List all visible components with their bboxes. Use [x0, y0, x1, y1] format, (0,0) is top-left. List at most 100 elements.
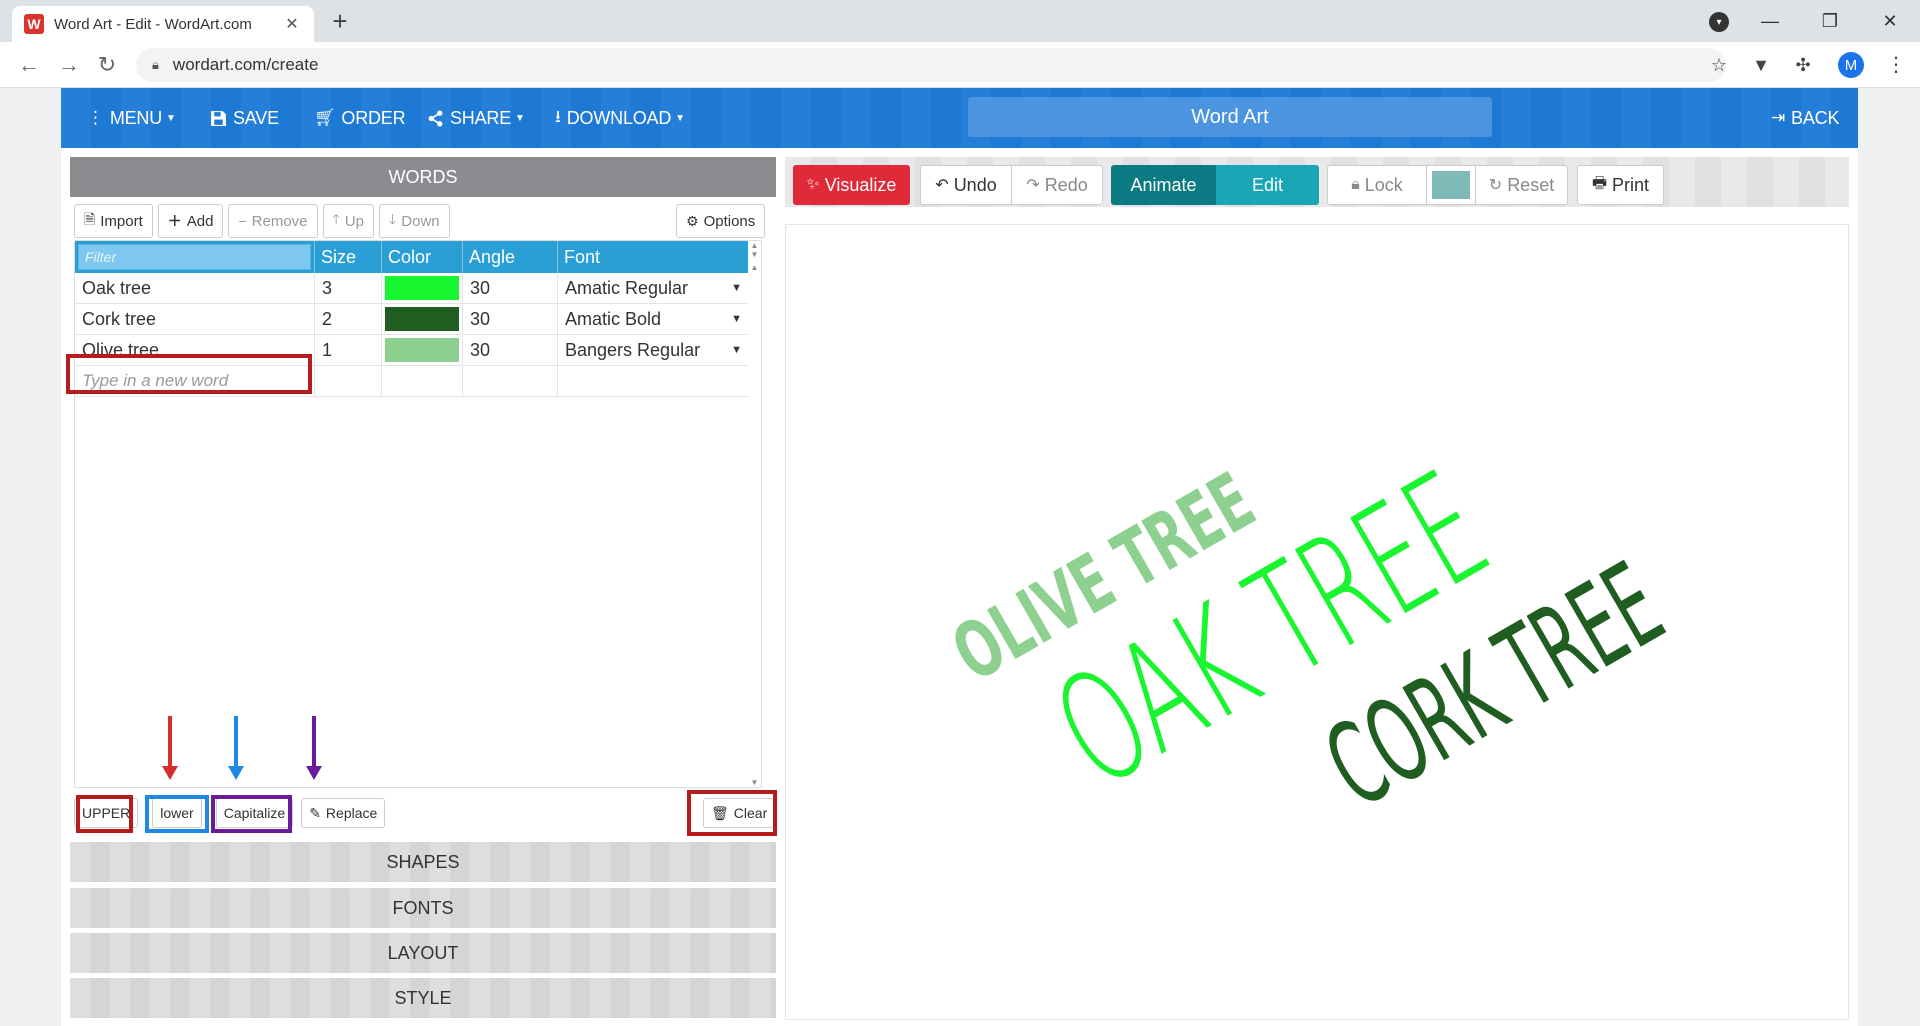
angle-cell[interactable]: 30 — [463, 273, 558, 303]
scroll-up-icon[interactable]: ▲ — [748, 241, 761, 250]
add-label: Add — [186, 212, 214, 230]
fonts-section-header[interactable]: FONTS — [70, 888, 776, 928]
browser-menu-icon[interactable]: ⋮ — [1886, 52, 1906, 77]
tab-title: Word Art - Edit - WordArt.com — [54, 15, 252, 33]
tab-search-icon[interactable]: ▾ — [1709, 12, 1729, 32]
save-label: SAVE — [233, 107, 279, 128]
minimize-icon[interactable]: — — [1740, 11, 1800, 32]
color-column-header[interactable]: Color — [382, 241, 463, 273]
color-cell[interactable] — [382, 273, 463, 303]
share-button[interactable]: SHARE ▼ — [427, 88, 525, 148]
lock-color-button[interactable] — [1426, 165, 1476, 205]
lock-label: Lock — [1364, 174, 1403, 195]
visualize-button[interactable]: ✨︎ Visualize — [793, 165, 910, 205]
move-down-button[interactable]: 🡓 Down — [379, 204, 450, 238]
reset-label: Reset — [1507, 174, 1555, 195]
order-button[interactable]: 🛒︎ ORDER — [314, 88, 406, 148]
import-button[interactable]: 🗎 Import — [74, 204, 153, 238]
size-cell[interactable]: 1 — [315, 335, 382, 365]
angle-cell[interactable]: 30 — [463, 304, 558, 334]
order-label: ORDER — [341, 107, 406, 128]
redo-button[interactable]: ↷ Redo — [1011, 165, 1103, 205]
arrow-down-icon: 🡓 — [389, 211, 397, 227]
sign-in-icon: ⇥ — [1771, 108, 1786, 127]
window-close-icon[interactable]: ✕ — [1860, 11, 1920, 32]
remove-button[interactable]: − Remove — [228, 204, 318, 238]
restore-icon[interactable]: ❐ — [1800, 11, 1860, 32]
size-cell[interactable]: 3 — [315, 273, 382, 303]
download-label: DOWNLOAD — [566, 107, 672, 128]
color-cell[interactable] — [382, 304, 463, 334]
empty-cell — [558, 366, 750, 396]
back-arrow-icon[interactable]: ← — [14, 50, 44, 80]
animate-tab[interactable]: Animate — [1111, 165, 1216, 205]
filter-input[interactable] — [78, 244, 311, 270]
extensions-puzzle-icon[interactable]: ✣ — [1782, 55, 1824, 76]
shapes-section-header[interactable]: SHAPES — [70, 842, 776, 882]
options-label: Options — [703, 212, 756, 230]
scroll-down-icon[interactable]: ▼ — [748, 778, 761, 787]
wordart-favicon-icon: W — [24, 14, 44, 34]
print-button[interactable]: 🖶 Print — [1577, 165, 1664, 205]
edit-tab[interactable]: Edit — [1216, 165, 1319, 205]
angle-cell[interactable]: 30 — [463, 335, 558, 365]
dropdown-arrow-icon[interactable]: ▼ — [731, 313, 742, 325]
font-cell[interactable]: Amatic Bold ▼ — [558, 304, 750, 334]
minus-icon: − — [238, 213, 247, 229]
dropdown-arrow-icon[interactable]: ▼ — [731, 344, 742, 356]
dropdown-arrow-icon[interactable]: ▼ — [731, 282, 742, 294]
font-name: Bangers Regular — [565, 339, 701, 360]
profile-avatar[interactable]: M — [1838, 52, 1864, 78]
url-omnibox[interactable]: 🔒︎ wordart.com/create — [136, 48, 1726, 82]
extension-v-icon[interactable]: ▼ — [1740, 55, 1782, 76]
font-column-header[interactable]: Font — [558, 241, 750, 273]
add-button[interactable]: ＋ Add — [157, 204, 224, 238]
download-icon: ⭳ — [555, 106, 561, 126]
forward-arrow-icon[interactable]: → — [54, 50, 84, 80]
color-swatch — [385, 338, 459, 362]
table-row[interactable]: Oak tree 3 30 Amatic Regular ▼ — [75, 273, 750, 304]
back-label: BACK — [1791, 107, 1840, 128]
down-label: Down — [401, 212, 440, 230]
move-up-button[interactable]: 🡑 Up — [322, 204, 374, 238]
save-button[interactable]: SAVE — [210, 88, 279, 148]
size-cell[interactable]: 2 — [315, 304, 382, 334]
undo-button[interactable]: ↶ Undo — [920, 165, 1012, 205]
table-row[interactable]: Cork tree 2 30 Amatic Bold ▼ — [75, 304, 750, 335]
menu-button[interactable]: ⋮ MENU ▼ — [87, 88, 176, 148]
bookmark-star-icon[interactable]: ☆ — [1698, 55, 1740, 76]
layout-section-header[interactable]: LAYOUT — [70, 933, 776, 973]
scroll-up-icon[interactable]: ▲ — [748, 263, 761, 272]
style-section-header[interactable]: STYLE — [70, 978, 776, 1018]
app-header: ⋮ MENU ▼ SAVE 🛒︎ ORDER SHARE ▼ ⭳ DOWNLOAD ▼… — [61, 88, 1858, 148]
word-art-svg: OLIVE TREE OAK TREE CORK TREE — [939, 440, 1684, 834]
lock-button[interactable]: 🔒︎ Lock — [1327, 165, 1427, 205]
words-section-header[interactable]: WORDS — [70, 157, 776, 197]
gear-icon: ⚙ — [686, 212, 699, 229]
word-cell[interactable]: Oak tree — [75, 273, 315, 303]
browser-tab[interactable]: W Word Art - Edit - WordArt.com ✕ — [12, 6, 314, 42]
artwork-title-input[interactable]: Word Art — [968, 97, 1492, 137]
table-scrollbar[interactable]: ▲ ▼ ▲ ▼ — [748, 241, 761, 787]
reload-icon[interactable]: ↻ — [92, 50, 122, 80]
font-name: Amatic Bold — [565, 308, 662, 329]
new-tab-icon[interactable]: + — [326, 8, 354, 36]
back-button[interactable]: ⇥ BACK — [1771, 88, 1839, 148]
word-art-canvas[interactable]: OLIVE TREE OAK TREE CORK TREE — [785, 224, 1849, 1020]
word-cell[interactable]: Cork tree — [75, 304, 315, 334]
shopping-cart-icon: 🛒︎ — [314, 108, 336, 127]
font-cell[interactable]: Amatic Regular ▼ — [558, 273, 750, 303]
angle-column-header[interactable]: Angle — [463, 241, 558, 273]
size-column-header[interactable]: Size — [315, 241, 382, 273]
reset-button[interactable]: ↻ Reset — [1475, 165, 1568, 205]
undo-icon: ↶ — [935, 177, 949, 194]
options-button[interactable]: ⚙ Options — [676, 204, 766, 238]
replace-button[interactable]: ✎ Replace — [301, 798, 386, 828]
color-cell[interactable] — [382, 335, 463, 365]
font-cell[interactable]: Bangers Regular ▼ — [558, 335, 750, 365]
caret-down-icon: ▼ — [166, 112, 176, 124]
tab-close-icon[interactable]: ✕ — [282, 14, 302, 34]
font-name: Amatic Regular — [565, 277, 689, 298]
download-button[interactable]: ⭳ DOWNLOAD ▼ — [555, 88, 685, 148]
scroll-down-icon[interactable]: ▼ — [748, 250, 761, 259]
